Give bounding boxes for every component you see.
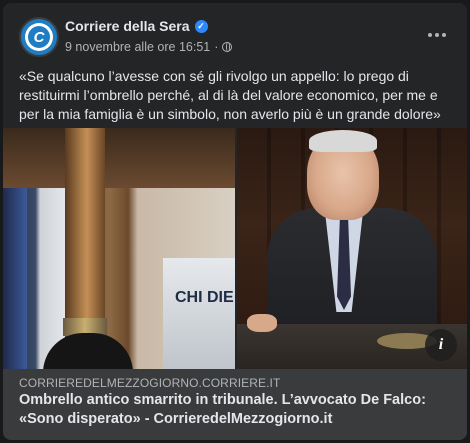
page-avatar[interactable]: C: [19, 17, 59, 57]
info-icon[interactable]: i: [425, 329, 457, 361]
verified-badge-icon: ✓: [194, 19, 208, 33]
link-preview[interactable]: CORRIEREDELMEZZOGIORNO.CORRIERE.IT Ombre…: [3, 369, 467, 440]
binder-shape: [3, 188, 27, 369]
avatar-ring: C: [25, 23, 53, 51]
globe-icon[interactable]: [222, 42, 233, 52]
link-image[interactable]: CHI DIE i: [3, 128, 467, 369]
umbrella-photo: CHI DIE: [3, 128, 235, 369]
page-name[interactable]: Corriere della Sera ✓: [65, 18, 208, 34]
hair-shape: [309, 130, 377, 152]
post-timestamp[interactable]: 9 novembre alle ore 16:51: [65, 40, 210, 54]
shelf-shape: [3, 128, 235, 188]
paper-bag-shape: CHI DIE: [163, 258, 235, 369]
dot-icon: [428, 33, 432, 37]
dot-icon: [442, 33, 446, 37]
post-card: C Corriere della Sera ✓ 9 novembre alle …: [3, 3, 467, 440]
post-text: «Se qualcuno l’avesse con sé gli rivolgo…: [19, 68, 441, 122]
post-meta: 9 novembre alle ore 16:51 ·: [65, 40, 233, 54]
umbrella-canopy-shape: [43, 333, 133, 369]
link-headline[interactable]: Ombrello antico smarrito in tribunale. L…: [19, 391, 449, 429]
more-options-button[interactable]: [425, 25, 449, 45]
hand-shape: [247, 314, 277, 332]
brand-logo-icon: C: [28, 26, 50, 48]
meta-separator: ·: [214, 40, 219, 54]
link-domain: CORRIEREDELMEZZOGIORNO.CORRIERE.IT: [19, 376, 281, 390]
bag-text: CHI DIE: [175, 289, 234, 306]
dot-icon: [435, 33, 439, 37]
page-name-label[interactable]: Corriere della Sera: [65, 18, 190, 34]
post-header: C Corriere della Sera ✓ 9 novembre alle …: [3, 3, 467, 65]
